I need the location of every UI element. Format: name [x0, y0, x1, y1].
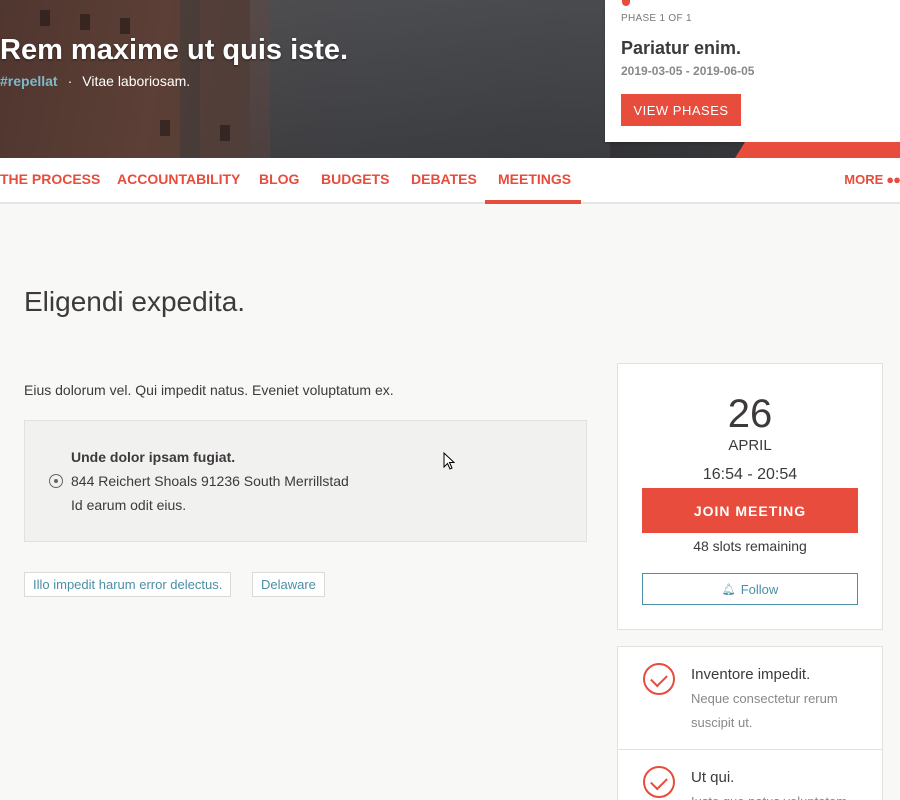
nav-item-the-process[interactable]: THE PROCESS: [0, 171, 100, 187]
phase-name: Pariatur enim.: [621, 38, 742, 58]
list-item-title: Inventore impedit.: [691, 666, 811, 683]
related-list-card: Inventore impedit. Neque consectetur rer…: [617, 646, 883, 800]
hero-window: [120, 18, 130, 34]
phase-indicator-dot: [622, 0, 630, 6]
tag-link[interactable]: Illo impedit harum error delectus.: [24, 572, 232, 597]
phase-label: PHASE 1 OF 1: [621, 13, 692, 24]
map-pin-icon: [49, 474, 63, 488]
slots-remaining: 48 slots remaining: [693, 538, 807, 554]
list-item-title: Ut qui.: [691, 769, 735, 786]
page-title: Eligendi expedita.: [24, 286, 246, 317]
meeting-time: 16:54 - 20:54: [702, 466, 798, 483]
view-phases-button[interactable]: VIEW PHASES: [621, 94, 741, 126]
phase-accent-stripe: [735, 142, 900, 158]
nav-more-label: MORE: [844, 172, 884, 187]
check-circle-icon: [643, 766, 675, 798]
hero-background-sky: [250, 0, 610, 158]
phase-dates: 2019-03-05 - 2019-06-05: [621, 64, 755, 78]
nav-item-accountability[interactable]: ACCOUNTABILITY: [117, 171, 240, 187]
separator-dot: ·: [67, 73, 73, 89]
nav-more-button[interactable]: MORE ●●: [844, 172, 900, 187]
address-box: Unde dolor ipsam fugiat. 844 Reichert Sh…: [24, 420, 587, 542]
list-item-description: Iusto quo natus voluptatem: [691, 790, 871, 800]
nav-item-debates[interactable]: DEBATES: [411, 171, 477, 187]
hero-subtitle: Vitae laboriosam.: [82, 73, 191, 89]
mouse-cursor-icon: [443, 452, 455, 470]
nav-item-meetings[interactable]: MEETINGS: [498, 171, 571, 187]
nav-item-blog[interactable]: BLOG: [259, 171, 299, 187]
meeting-month: APRIL: [728, 437, 772, 454]
more-dots-icon: ●●: [886, 172, 900, 187]
address-name: Unde dolor ipsam fugiat.: [71, 449, 236, 465]
meeting-description: Eius dolorum vel. Qui impedit natus. Eve…: [24, 382, 394, 398]
phase-card: PHASE 1 OF 1 Pariatur enim. 2019-03-05 -…: [605, 0, 900, 142]
follow-label: Follow: [740, 581, 779, 597]
check-circle-icon: [643, 663, 675, 695]
list-divider: [618, 749, 882, 750]
hero-window: [80, 14, 90, 30]
hero-hashtag-link[interactable]: #repellat: [0, 73, 58, 89]
meeting-info-card: 26 APRIL 16:54 - 20:54 JOIN MEETING 48 s…: [617, 363, 883, 630]
process-nav: THE PROCESS ACCOUNTABILITY BLOG BUDGETS …: [0, 158, 900, 204]
join-meeting-button[interactable]: JOIN MEETING: [642, 488, 858, 533]
bell-icon: 🔔︎: [721, 583, 736, 596]
follow-button[interactable]: 🔔︎ Follow: [642, 573, 858, 605]
list-item-description: Neque consectetur rerum suscipit ut.: [691, 691, 838, 730]
nav-active-indicator: [485, 200, 581, 204]
tag-link[interactable]: Delaware: [252, 572, 325, 597]
meeting-day: 26: [727, 392, 773, 436]
hero-background-building-mid: [200, 0, 270, 158]
hero-window: [40, 10, 50, 26]
hero-window: [160, 120, 170, 136]
hero-subtitle-row: #repellat · Vitae laboriosam.: [0, 73, 190, 89]
hero-window: [220, 125, 230, 141]
hero-title: Rem maxime ut quis iste.: [0, 34, 349, 66]
address-extra: Id earum odit eius.: [71, 497, 187, 513]
nav-item-budgets[interactable]: BUDGETS: [321, 171, 389, 187]
address-line: 844 Reichert Shoals 91236 South Merrills…: [71, 473, 349, 489]
